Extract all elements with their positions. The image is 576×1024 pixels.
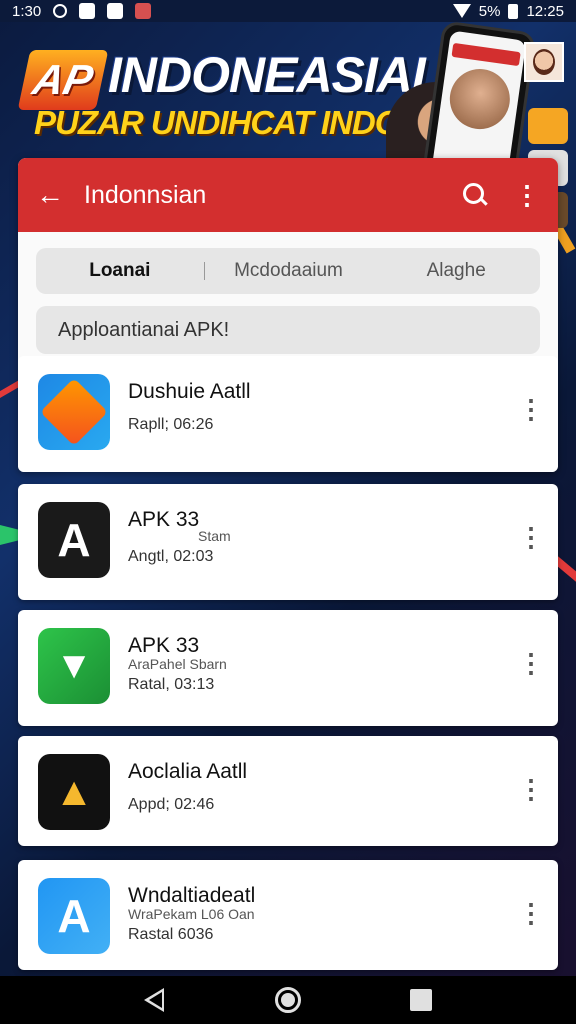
notification-icon [53, 4, 68, 18]
search-input-text: Apploantianai APK! [58, 318, 230, 341]
app-name: Wndaltiadeatl [128, 884, 256, 907]
app-window: ← Indonnsian ⋮ Loanai Mcdodaaium Alaghe … [18, 158, 558, 472]
status-time-right: 12:25 [526, 2, 564, 20]
banner-logo: AP [17, 50, 109, 110]
photo-icon [135, 3, 152, 19]
app-meta: Ratal, 03:13 [128, 676, 215, 693]
app-subtitle: WraPekam L06 Oan [128, 906, 255, 922]
status-bar: 1:30 5% 12:25 [0, 0, 576, 22]
list-item[interactable]: A APK 33 Stam Angtl, 02:03 ⋮ [18, 484, 558, 600]
app-name: Dushuie Aatll [128, 380, 251, 403]
list-item[interactable]: ▼ APK 33 AraPahel Sbarn Ratal, 03:13 ⋮ [18, 610, 558, 726]
app-icon: A [38, 878, 110, 954]
app-icon: ▼ [38, 628, 110, 704]
tab-loanai[interactable]: Loanai [36, 260, 204, 282]
nav-recents-icon[interactable] [409, 989, 432, 1011]
app-icon: ▲ [38, 754, 110, 830]
app-meta: Appd; 02:46 [128, 796, 215, 813]
more-vert-icon[interactable]: ⋮ [518, 648, 544, 678]
more-vert-icon[interactable]: ⋮ [518, 774, 544, 804]
app-icon [38, 374, 110, 450]
battery-percent: 5% [478, 2, 501, 20]
tab-bar: Loanai Mcdodaaium Alaghe [36, 248, 540, 294]
gallery-icon [79, 3, 96, 19]
tab-mcdodaaium[interactable]: Mcdodaaium [205, 260, 373, 282]
app-meta: Angtl, 02:03 [128, 548, 214, 565]
more-vert-icon[interactable]: ⋮ [518, 898, 544, 928]
promo-banner[interactable]: AP INDONEASIAI PUZAR UNDIHCAT INDORAIN [0, 20, 576, 228]
wifi-icon [452, 4, 471, 18]
app-name: APK 33 [128, 508, 200, 531]
app-meta: Rapll; 06:26 [128, 416, 214, 433]
banner-title: INDONEASIAI [108, 47, 426, 103]
back-arrow-icon[interactable]: ← [36, 181, 72, 209]
search-icon[interactable] [462, 182, 488, 208]
more-vert-icon[interactable]: ⋮ [518, 394, 544, 424]
app-icon: A [38, 502, 110, 578]
app-name: APK 33 [128, 634, 200, 657]
search-input[interactable]: Apploantianai APK! [36, 306, 540, 354]
list-item[interactable]: ▲ Aoclalia Aatll Appd; 02:46 ⋮ [18, 736, 558, 846]
tab-alaghe[interactable]: Alaghe [372, 260, 540, 282]
mail-icon [107, 3, 124, 19]
app-title: Indonnsian [84, 180, 207, 209]
list-item[interactable]: Dushuie Aatll Rapll; 06:26 ⋮ [18, 356, 558, 472]
more-vert-icon[interactable]: ⋮ [518, 522, 544, 552]
app-subtitle: Stam [198, 528, 231, 544]
list-item[interactable]: A Wndaltiadeatl WraPekam L06 Oan Rastal … [18, 860, 558, 970]
app-bar: ← Indonnsian ⋮ [18, 158, 558, 232]
nav-back-icon[interactable] [144, 988, 166, 1012]
battery-icon [508, 3, 519, 19]
avatar [524, 42, 564, 82]
more-vert-icon[interactable]: ⋮ [514, 182, 540, 208]
system-nav-bar [0, 976, 576, 1024]
app-subtitle: AraPahel Sbarn [128, 656, 227, 672]
app-name: Aoclalia Aatll [128, 760, 248, 783]
app-meta: Rastal 6036 [128, 926, 214, 943]
nav-home-icon[interactable] [274, 987, 301, 1013]
status-time-left: 1:30 [12, 2, 42, 20]
